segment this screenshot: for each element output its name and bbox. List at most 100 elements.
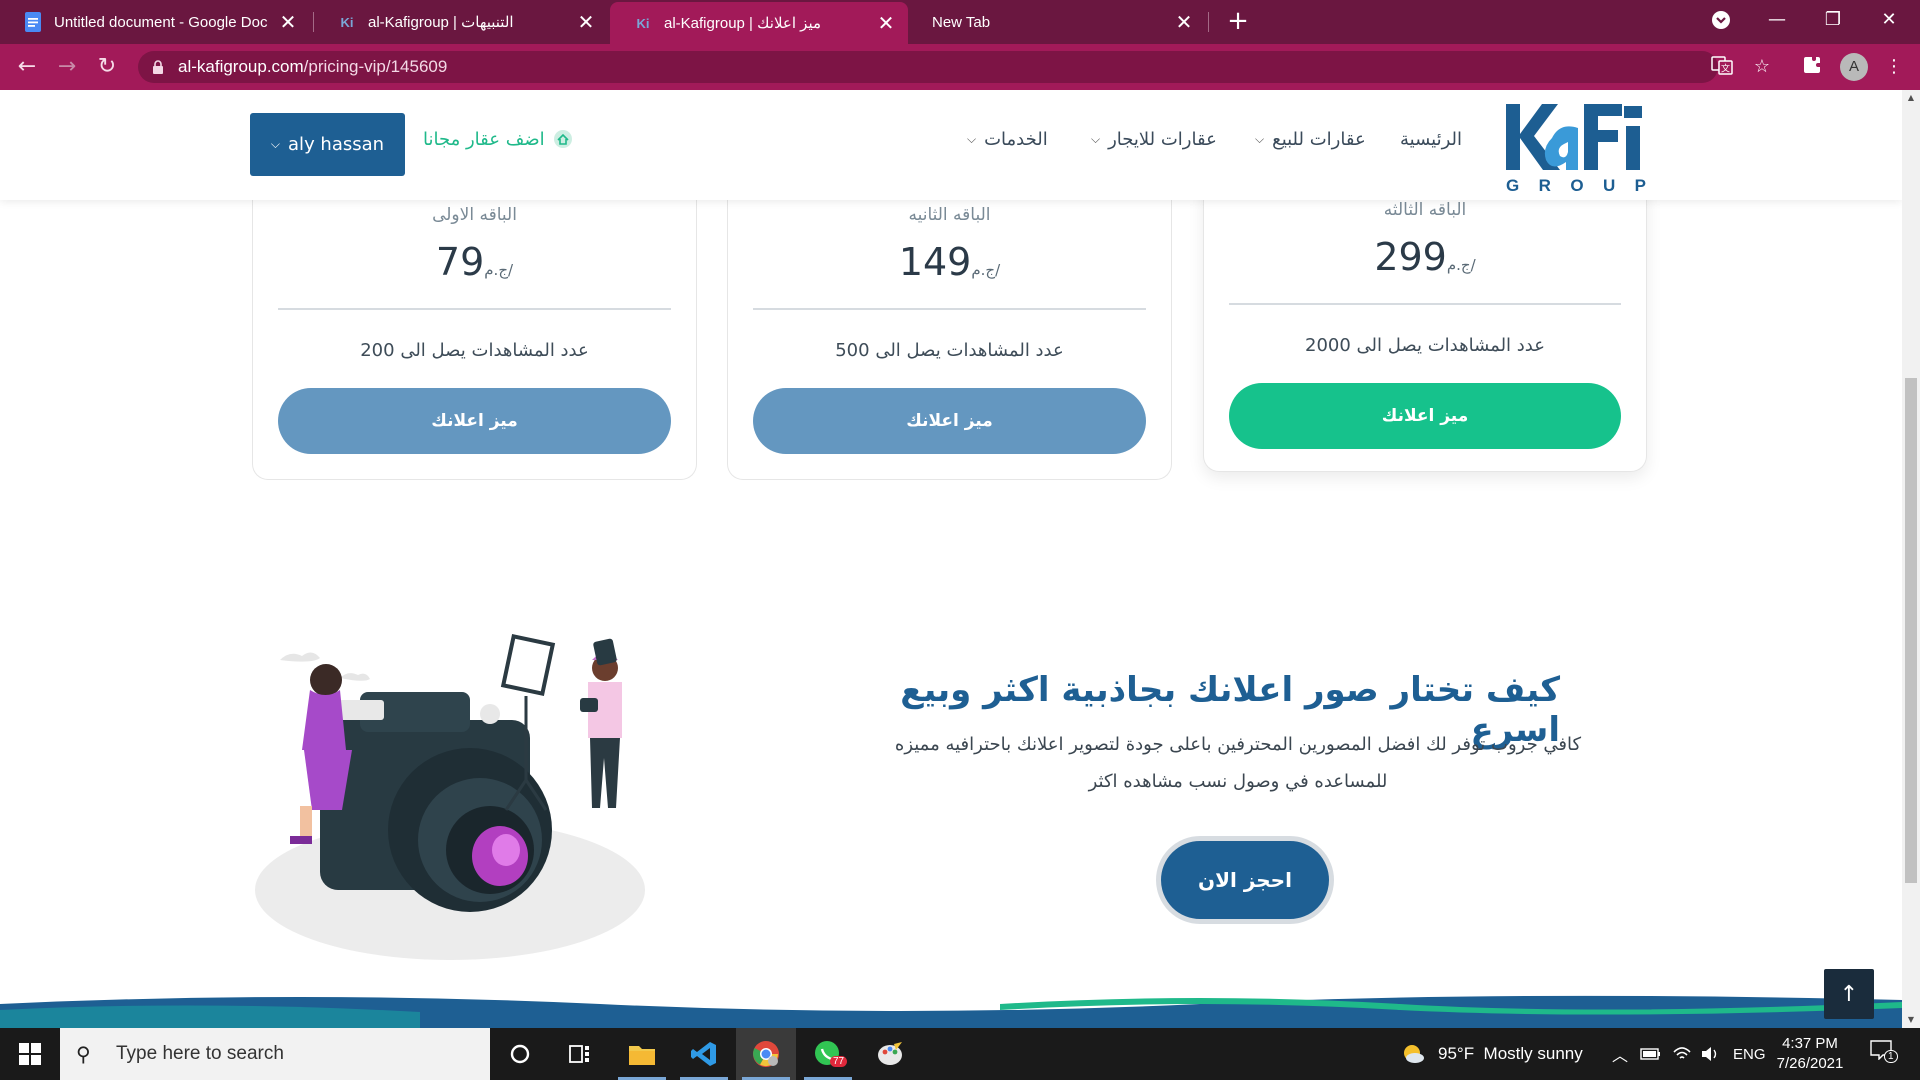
lock-icon xyxy=(153,60,163,74)
restore-icon[interactable]: ❐ xyxy=(1810,0,1856,40)
window-close-icon[interactable]: ✕ xyxy=(1866,0,1912,40)
new-tab-button[interactable]: + xyxy=(1222,5,1254,37)
close-icon[interactable]: ✕ xyxy=(278,10,298,35)
notification-center-icon[interactable]: 1 xyxy=(1868,1040,1898,1066)
paint-icon[interactable] xyxy=(860,1028,920,1080)
scroll-to-top-button[interactable]: ↑ xyxy=(1824,969,1874,1019)
tab-pricing-active[interactable]: Ki al-Kafigroup | ميز اعلانك ✕ xyxy=(610,2,908,44)
weather-widget[interactable]: 95°F Mostly sunny xyxy=(1400,1028,1583,1080)
tab-notifications[interactable]: Ki al-Kafigroup | التنبيهات ✕ xyxy=(314,0,608,44)
book-now-label: احجز الان xyxy=(1198,868,1292,892)
logo-letter: O xyxy=(1570,176,1584,195)
vscode-icon[interactable] xyxy=(674,1028,734,1080)
feature-ad-label: ميز اعلانك xyxy=(431,411,518,431)
scroll-down-arrow-icon[interactable]: ▼ xyxy=(1902,1012,1920,1028)
battery-icon[interactable] xyxy=(1640,1028,1662,1080)
nav-services[interactable]: الخدمات ⌵ xyxy=(967,124,1048,154)
tab-title: New Tab xyxy=(932,13,991,31)
url-path: /pricing-vip/145609 xyxy=(303,57,448,76)
volume-icon[interactable] xyxy=(1700,1028,1720,1080)
kafi-logo-mark xyxy=(1506,104,1642,170)
profile-avatar[interactable]: A xyxy=(1840,53,1868,81)
nav-for-rent-label: عقارات للايجار xyxy=(1108,128,1217,150)
tab-title: al-Kafigroup | التنبيهات xyxy=(368,14,514,31)
plan-name: الباقه الاولى xyxy=(432,205,517,225)
windows-start-icon[interactable] xyxy=(0,1028,60,1080)
feature-ad-button[interactable]: ميز اعلانك xyxy=(753,388,1146,454)
logo-letter: U xyxy=(1602,176,1616,195)
reload-icon[interactable]: ↻ xyxy=(90,50,124,84)
translate-icon[interactable]: 文 xyxy=(1710,54,1734,78)
weather-text: 95°F Mostly sunny xyxy=(1438,1044,1583,1063)
close-icon[interactable]: ✕ xyxy=(876,11,896,36)
input-language[interactable]: ENG xyxy=(1733,1028,1766,1080)
notification-count: 1 xyxy=(1884,1050,1898,1063)
wifi-icon[interactable] xyxy=(1672,1028,1692,1080)
scrollbar-thumb[interactable] xyxy=(1905,378,1917,883)
whatsapp-icon[interactable]: 77 xyxy=(798,1028,858,1080)
feature-ad-button[interactable]: ميز اعلانك xyxy=(278,388,671,454)
address-bar[interactable]: al-kafigroup.com/pricing-vip/145609 xyxy=(138,51,1718,83)
tab-google-docs[interactable]: Untitled document - Google Doc ✕ xyxy=(0,0,310,44)
price-value: 299 xyxy=(1374,235,1447,279)
url-text: al-kafigroup.com/pricing-vip/145609 xyxy=(178,57,447,77)
tab-divider xyxy=(1208,12,1209,32)
browser-toolbar: ← → ↻ al-kafigroup.com/pricing-vip/14560… xyxy=(0,44,1920,90)
chrome-icon[interactable] xyxy=(736,1028,796,1080)
windows-taskbar: ⚲ Type here to search 77 95°F Mostly sun… xyxy=(0,1028,1920,1080)
plan-price: 79ج.م/ xyxy=(253,240,696,284)
footer-wave xyxy=(0,995,1902,1028)
search-placeholder: Type here to search xyxy=(116,1043,284,1064)
file-explorer-icon[interactable] xyxy=(612,1028,672,1080)
price-value: 149 xyxy=(898,240,972,284)
plan-name: الباقه الثالثه xyxy=(1383,200,1467,220)
nav-home[interactable]: الرئيسية xyxy=(1400,124,1462,154)
system-clock[interactable]: 4:37 PM 7/26/2021 xyxy=(1770,1034,1850,1074)
close-icon[interactable]: ✕ xyxy=(1174,10,1194,35)
feature-ad-label: ميز اعلانك xyxy=(906,411,993,431)
user-menu-button[interactable]: ⌵ aly hassan xyxy=(250,113,405,176)
feature-description: كافي جروب توفر لك افضل المصورين المحترفي… xyxy=(894,734,1582,792)
tab-title: al-Kafigroup | ميز اعلانك xyxy=(664,15,822,32)
minimize-icon[interactable]: — xyxy=(1754,0,1800,40)
close-icon[interactable]: ✕ xyxy=(576,10,596,35)
back-arrow-icon[interactable]: ← xyxy=(10,50,44,84)
scroll-up-arrow-icon[interactable]: ▲ xyxy=(1902,90,1920,106)
site-header: G R O U P الرئيسية عقارات للبيع ⌵ عقارات… xyxy=(0,90,1902,200)
task-view-icon[interactable] xyxy=(550,1028,610,1080)
plan-name: الباقه الثانيه xyxy=(908,205,991,225)
user-name: aly hassan xyxy=(288,134,385,155)
card-divider xyxy=(278,308,671,310)
nav-for-rent[interactable]: عقارات للايجار ⌵ xyxy=(1091,124,1217,154)
nav-for-sale-label: عقارات للبيع xyxy=(1272,128,1366,150)
search-icon: ⚲ xyxy=(76,1043,91,1066)
card-divider xyxy=(753,308,1146,310)
kafi-logo[interactable]: G R O U P xyxy=(1500,98,1650,198)
nav-for-sale[interactable]: عقارات للبيع ⌵ xyxy=(1255,124,1366,154)
tab-new-tab[interactable]: New Tab ✕ xyxy=(908,0,1206,44)
feature-ad-label: ميز اعلانك xyxy=(1381,406,1469,426)
page-scrollbar[interactable]: ▲ ▼ xyxy=(1902,90,1920,1028)
plan-price: 299ج.م/ xyxy=(1204,235,1646,279)
taskbar-search-input[interactable]: ⚲ Type here to search xyxy=(60,1028,490,1080)
bookmark-star-icon[interactable]: ☆ xyxy=(1750,55,1774,79)
docs-icon xyxy=(24,12,42,32)
currency-label: ج.م/ xyxy=(1446,256,1476,274)
hidden-icons-chevron-icon[interactable]: ︿ xyxy=(1612,1028,1628,1080)
add-property-label: اضف عقار مجانا xyxy=(423,128,545,150)
plan-views: عدد المشاهدات يصل الى 500 xyxy=(835,340,1064,361)
book-now-button[interactable]: احجز الان xyxy=(1156,836,1334,924)
forward-arrow-icon[interactable]: → xyxy=(50,50,84,84)
feature-ad-button[interactable]: ميز اعلانك xyxy=(1229,383,1621,449)
chevron-down-icon: ⌵ xyxy=(1091,131,1101,146)
kebab-menu-icon[interactable]: ⋮ xyxy=(1882,55,1906,79)
cortana-icon[interactable] xyxy=(490,1028,550,1080)
tab-search-icon[interactable] xyxy=(1698,0,1744,40)
photographer-illustration xyxy=(255,634,645,960)
extensions-icon[interactable] xyxy=(1800,55,1824,79)
url-host: al-kafigroup.com xyxy=(178,57,304,76)
clock-time: 4:37 PM xyxy=(1782,1035,1838,1052)
add-property-free-link[interactable]: اضف عقار مجانا xyxy=(423,124,573,154)
chevron-down-icon: ⌵ xyxy=(1255,131,1265,146)
plan-views: عدد المشاهدات يصل الى 200 xyxy=(360,340,589,361)
